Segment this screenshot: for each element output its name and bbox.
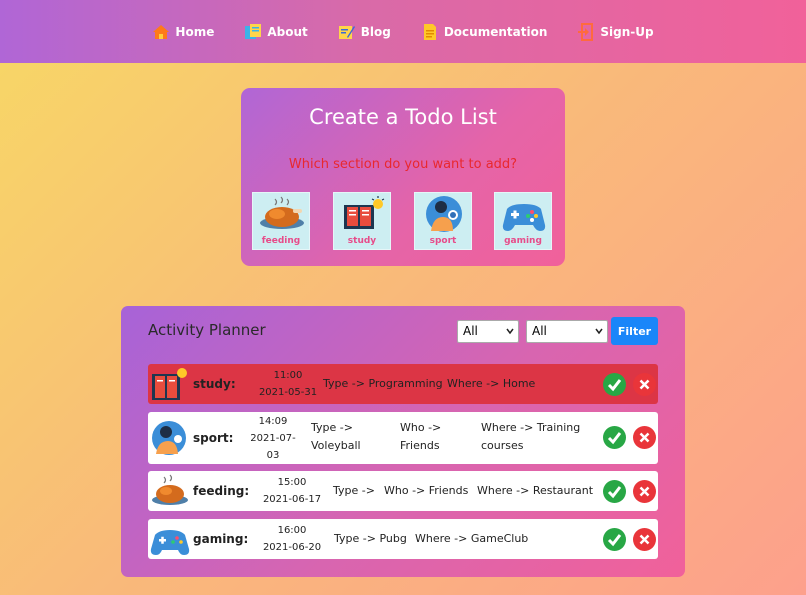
nav-documentation-label: Documentation: [443, 24, 548, 39]
create-todo-card: Create a Todo List Which section do you …: [241, 88, 565, 266]
section-study-label: study: [347, 236, 377, 246]
table-row: sport: 14:09 2021-07-03 Type -> Voleybal…: [148, 412, 658, 464]
chevron-down-icon: [506, 328, 514, 335]
nav-sign-up[interactable]: Sign-Up: [577, 22, 654, 41]
nav-blog[interactable]: Blog: [338, 23, 391, 41]
table-row: gaming: 16:00 2021-06-20 Type -> Pubg Wh…: [148, 519, 658, 559]
section-study[interactable]: study: [333, 192, 391, 250]
nav-blog-label: Blog: [360, 24, 391, 39]
roast-chicken-icon: [152, 474, 188, 505]
check-icon: [607, 534, 622, 547]
roast-chicken-icon: [260, 196, 304, 229]
row-date: 2021-05-31: [258, 387, 318, 398]
close-icon: [639, 534, 650, 545]
row-type: Type -> Programming: [323, 377, 443, 390]
done-button[interactable]: [603, 426, 626, 449]
delete-button[interactable]: [633, 373, 656, 396]
row-where: Where -> Restaurant: [477, 484, 594, 497]
close-icon: [639, 432, 650, 443]
category-filter-value: All: [463, 324, 478, 338]
table-row: feeding: 15:00 2021-06-17 Type -> Who ->…: [148, 471, 658, 511]
row-type: Type -> Pubg: [334, 532, 407, 545]
row-datetime: 16:00 2021-06-20: [255, 522, 329, 556]
row-time: 11:00: [273, 370, 303, 381]
row-datetime: 11:00 2021-05-31: [250, 367, 326, 401]
row-datetime: 14:09 2021-07-03: [246, 413, 300, 464]
home-icon: [152, 23, 170, 41]
activity-planner: Activity Planner All All Filter study: 1…: [121, 306, 685, 577]
section-gaming-label: gaming: [504, 236, 542, 246]
athlete-icon: [152, 421, 186, 455]
close-icon: [639, 486, 650, 497]
table-row: study: 11:00 2021-05-31 Type -> Programm…: [148, 364, 658, 404]
nav-home[interactable]: Home: [152, 23, 214, 41]
gamepad-icon: [150, 530, 190, 555]
row-who: Who -> Friends: [384, 484, 469, 497]
nav-home-label: Home: [175, 24, 215, 39]
about-icon: [244, 23, 262, 41]
done-button[interactable]: [603, 528, 626, 551]
status-filter-select[interactable]: All: [526, 320, 608, 343]
planner-title: Activity Planner: [148, 321, 266, 339]
create-subtitle: Which section do you want to add?: [288, 157, 518, 172]
row-who: Who -> Friends: [400, 421, 442, 452]
row-time: 16:00: [277, 525, 307, 536]
row-category: study:: [193, 377, 236, 391]
row-date: 2021-06-20: [262, 542, 322, 553]
row-type: Type -> Voleyball: [311, 421, 361, 452]
athlete-icon: [426, 196, 462, 232]
nav-sign-up-label: Sign-Up: [600, 24, 654, 39]
row-type: Type ->: [333, 484, 375, 497]
nav-documentation[interactable]: Documentation: [421, 23, 548, 41]
close-icon: [639, 379, 650, 390]
done-button[interactable]: [603, 480, 626, 503]
book-icon: [344, 196, 385, 229]
row-datetime: 15:00 2021-06-17: [255, 474, 329, 508]
done-button[interactable]: [603, 373, 626, 396]
section-picker: feeding study sport gaming: [252, 192, 554, 250]
book-icon: [152, 368, 187, 400]
row-date: 2021-07-03: [250, 433, 296, 461]
row-date: 2021-06-17: [262, 494, 322, 505]
row-where: Where -> Training courses: [481, 421, 581, 452]
section-sport-label: sport: [429, 236, 457, 246]
row-where: Where -> Home: [447, 377, 536, 390]
row-time: 14:09: [258, 416, 288, 427]
top-navbar: Home About Blog Documentation Sign-Up: [0, 0, 806, 63]
section-sport[interactable]: sport: [414, 192, 472, 250]
check-icon: [607, 379, 622, 392]
sign-up-icon: [577, 22, 595, 41]
delete-button[interactable]: [633, 528, 656, 551]
create-title: Create a Todo List: [309, 105, 497, 129]
documentation-icon: [421, 23, 439, 41]
delete-button[interactable]: [633, 426, 656, 449]
gamepad-icon: [502, 204, 546, 231]
chevron-down-icon: [595, 328, 603, 335]
section-gaming[interactable]: gaming: [494, 192, 552, 250]
row-where: Where -> GameClub: [415, 532, 529, 545]
section-feeding[interactable]: feeding: [252, 192, 310, 250]
status-filter-value: All: [532, 324, 547, 338]
category-filter-select[interactable]: All: [457, 320, 519, 343]
row-category: sport:: [193, 431, 234, 445]
check-icon: [607, 486, 622, 499]
row-category: gaming:: [193, 532, 249, 546]
nav-about-label: About: [267, 24, 308, 39]
delete-button[interactable]: [633, 480, 656, 503]
check-icon: [607, 432, 622, 445]
blog-icon: [338, 23, 356, 41]
section-feeding-label: feeding: [261, 236, 301, 246]
row-time: 15:00: [277, 477, 307, 488]
row-category: feeding:: [193, 484, 250, 498]
nav-about[interactable]: About: [244, 23, 308, 41]
filter-button[interactable]: Filter: [611, 317, 658, 345]
